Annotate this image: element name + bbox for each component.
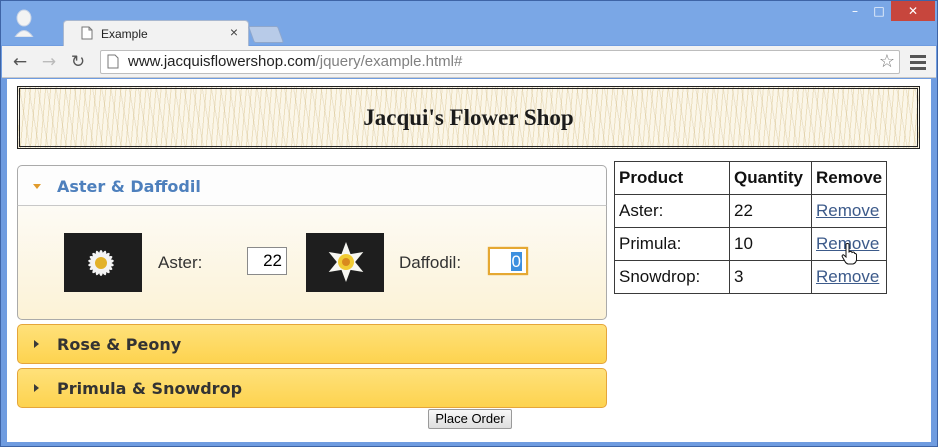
accordion-header-label: Aster & Daffodil (57, 177, 201, 196)
quantity-cell: 10 (729, 227, 812, 261)
table-row: Snowdrop: 3 Remove (614, 260, 888, 294)
accordion-header-rose-peony[interactable]: Rose & Peony (17, 324, 607, 364)
aster-quantity-value: 22 (263, 251, 282, 270)
basket-table: Product Quantity Remove Aster: 22 Remove… (614, 161, 888, 294)
address-bar[interactable]: www.jacquisflowershop.com/jquery/example… (100, 50, 900, 74)
daffodil-quantity-value: 0 (510, 252, 522, 271)
document-icon (81, 26, 93, 40)
aster-label: Aster: (158, 253, 203, 272)
column-header-remove: Remove (810, 161, 888, 195)
remove-cell: Remove (810, 260, 888, 294)
url-path: /jquery/example.html# (315, 53, 463, 70)
remove-cell: Remove (810, 194, 888, 228)
profile-icon[interactable] (13, 9, 35, 37)
daffodil-image (306, 233, 384, 292)
triangle-down-icon (33, 184, 41, 189)
aster-quantity-input[interactable]: 22 (247, 247, 287, 275)
browser-toolbar: ← → ↻ www.jacquisflowershop.com/jquery/e… (2, 46, 936, 78)
tab-example[interactable]: Example × (63, 20, 249, 46)
triangle-right-icon (34, 384, 39, 392)
daffodil-flower-icon (306, 233, 384, 292)
page-viewport: Jacqui's Flower Shop Aster & Daffodil As… (7, 79, 931, 442)
new-tab-button[interactable] (247, 26, 285, 43)
accordion-header-label: Rose & Peony (57, 335, 182, 354)
product-accordion: Aster & Daffodil Aster: 22 Daffodil: 0 R… (17, 165, 607, 408)
reload-icon[interactable]: ↻ (68, 52, 88, 72)
browser-window: Example × – □ ✕ ← → ↻ www.jacquisflowers… (0, 0, 938, 447)
daffodil-quantity-input[interactable]: 0 (488, 247, 528, 275)
url-text: www.jacquisflowershop.com/jquery/example… (128, 53, 462, 70)
shop-banner: Jacqui's Flower Shop (17, 86, 920, 149)
minimize-icon[interactable]: – (843, 1, 867, 21)
daffodil-label: Daffodil: (399, 253, 462, 272)
tab-close-icon[interactable]: × (230, 24, 238, 40)
accordion-header-label: Primula & Snowdrop (57, 379, 243, 398)
remove-link[interactable]: Remove (816, 267, 879, 286)
page-title: Jacqui's Flower Shop (363, 105, 574, 130)
table-row: Aster: 22 Remove (614, 194, 888, 228)
forward-arrow-icon[interactable]: → (39, 52, 59, 72)
url-host: www.jacquisflowershop.com (128, 53, 316, 70)
menu-icon[interactable] (908, 52, 928, 72)
product-cell: Snowdrop: (614, 260, 730, 294)
product-cell: Primula: (614, 227, 730, 261)
page-icon (107, 54, 119, 69)
accordion-panel-aster-daffodil: Aster: 22 Daffodil: 0 (17, 206, 607, 320)
accordion-header-primula-snowdrop[interactable]: Primula & Snowdrop (17, 368, 607, 408)
tab-strip: Example × – □ ✕ (1, 1, 937, 46)
hand-cursor-icon (841, 243, 857, 265)
quantity-cell: 3 (729, 260, 812, 294)
place-order-button[interactable]: Place Order (428, 409, 512, 429)
column-header-quantity: Quantity (729, 161, 812, 195)
aster-image (64, 233, 142, 292)
tab-title: Example (101, 27, 148, 41)
product-cell: Aster: (614, 194, 730, 228)
aster-flower-icon (64, 233, 142, 292)
column-header-product: Product (614, 161, 730, 195)
accordion-header-aster-daffodil[interactable]: Aster & Daffodil (17, 165, 607, 206)
basket-header-row: Product Quantity Remove (614, 161, 888, 195)
bookmark-star-icon[interactable]: ☆ (879, 51, 895, 72)
remove-link[interactable]: Remove (816, 201, 879, 220)
close-window-icon[interactable]: ✕ (891, 1, 935, 21)
quantity-cell: 22 (729, 194, 812, 228)
maximize-icon[interactable]: □ (867, 1, 891, 21)
back-arrow-icon[interactable]: ← (10, 52, 30, 72)
triangle-right-icon (34, 340, 39, 348)
